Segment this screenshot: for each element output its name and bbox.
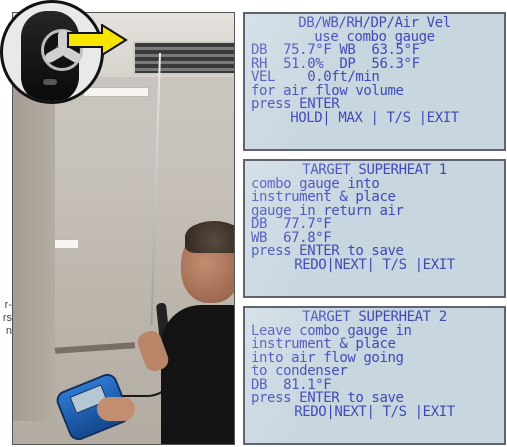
right-arrow-icon bbox=[67, 24, 128, 56]
softkey-row: REDO|NEXT| T/S |EXIT bbox=[294, 256, 455, 273]
telescoping-probe bbox=[150, 52, 161, 325]
caption-line: n bbox=[5, 325, 12, 337]
technician-hair bbox=[185, 221, 234, 253]
technician-hand bbox=[97, 397, 135, 421]
cropped-caption: r- rs n bbox=[0, 299, 12, 359]
caption-line: r- bbox=[4, 299, 12, 311]
return-air-vent bbox=[133, 41, 234, 75]
wall-column bbox=[13, 61, 55, 421]
technician-body bbox=[161, 305, 234, 444]
lcd-screen-target-superheat-2: TARGET SUPERHEAT 2 Leave combo gauge in … bbox=[243, 306, 506, 445]
lcd-screen-psychrometric: DB/WB/RH/DP/Air Vel use combo gauge DB 7… bbox=[243, 12, 506, 151]
figure: r- rs n DB/WB/RH/DP/Air Vel use combo ga… bbox=[0, 0, 507, 447]
probe-slot bbox=[43, 79, 57, 85]
caption-line: rs bbox=[2, 312, 12, 324]
softkey-row: HOLD| MAX | T/S |EXIT bbox=[290, 109, 459, 126]
softkey-row: REDO|NEXT| T/S |EXIT bbox=[294, 403, 455, 420]
lcd-screen-target-superheat-1: TARGET SUPERHEAT 1 combo gauge into inst… bbox=[243, 159, 506, 298]
ceiling-light bbox=[83, 87, 149, 97]
